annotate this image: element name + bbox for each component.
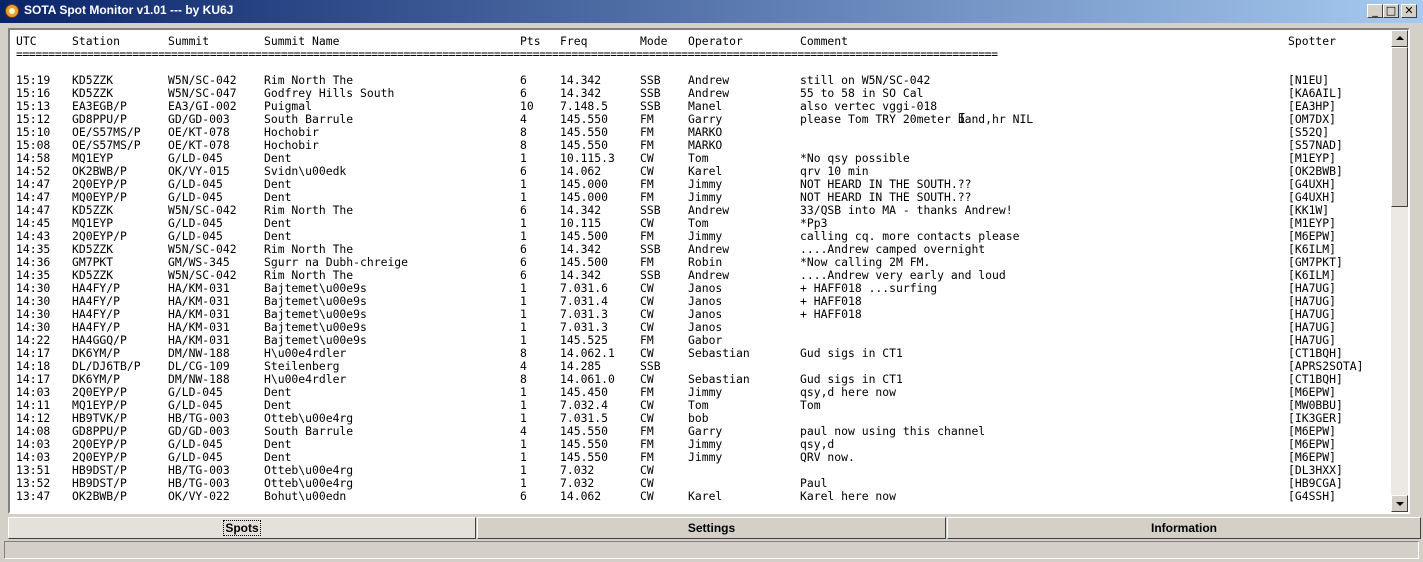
- cell-station: OK2BWB/P: [72, 489, 127, 503]
- cell-freq: 14.062: [560, 489, 602, 503]
- tab-settings[interactable]: Settings: [477, 517, 946, 539]
- close-button[interactable]: ✕: [1401, 4, 1417, 18]
- vertical-scrollbar[interactable]: [1391, 30, 1408, 512]
- window-title: SOTA Spot Monitor v1.01 --- by KU6J: [24, 3, 234, 17]
- cell-operator: Karel: [688, 489, 723, 503]
- tab-spots-label: Spots: [223, 520, 261, 536]
- col-spotter-header: Spotter: [1288, 35, 1337, 48]
- spot-list[interactable]: UTC Station Summit Summit Name Pts Freq …: [16, 35, 1386, 505]
- cell-pts: 6: [520, 489, 527, 503]
- cell-summit: OK/VY-022: [168, 489, 230, 503]
- arrow-down-icon: [1396, 502, 1404, 506]
- cell-comment: + HAFF018: [800, 307, 862, 321]
- tab-information[interactable]: Information: [947, 517, 1421, 539]
- maximize-button[interactable]: □: [1383, 4, 1399, 18]
- header-separator: ========================================…: [16, 47, 998, 61]
- cell-comment: Karel here now: [800, 489, 897, 503]
- cell-comment: 33/QSB into MA - thanks Andrew!: [800, 203, 1013, 217]
- tab-settings-label: Settings: [687, 521, 736, 535]
- scroll-thumb[interactable]: [1391, 47, 1408, 207]
- scroll-down-button[interactable]: [1391, 495, 1408, 512]
- title-bar: SOTA Spot Monitor v1.01 --- by KU6J _ □ …: [0, 0, 1423, 23]
- cell-comment: QRV now.: [800, 450, 855, 464]
- tab-spots[interactable]: Spots: [8, 517, 476, 539]
- status-bar: [4, 541, 1419, 559]
- cell-comment: please Tom TRY 20meter band,hr NIL: [800, 112, 1034, 126]
- cell-summit-name: Bohut\u00edn: [264, 489, 347, 503]
- minimize-button[interactable]: _: [1367, 4, 1383, 18]
- spot-list-frame: UTC Station Summit Summit Name Pts Freq …: [8, 28, 1410, 514]
- arrow-up-icon: [1396, 36, 1404, 40]
- cell-operator: Jimmy: [688, 450, 723, 464]
- cell-mode: CW: [640, 489, 654, 503]
- text-cursor-icon: I: [958, 112, 966, 127]
- cell-comment: Tom: [800, 398, 821, 412]
- cell-spotter: [G4SSH]: [1288, 489, 1337, 503]
- tab-information-label: Information: [1151, 521, 1217, 535]
- cell-utc: 13:47: [16, 489, 51, 503]
- cell-comment: Gud sigs in CT1: [800, 346, 903, 360]
- scroll-up-button[interactable]: [1391, 30, 1408, 47]
- app-icon: [5, 4, 19, 18]
- cell-operator: Sebastian: [688, 346, 750, 360]
